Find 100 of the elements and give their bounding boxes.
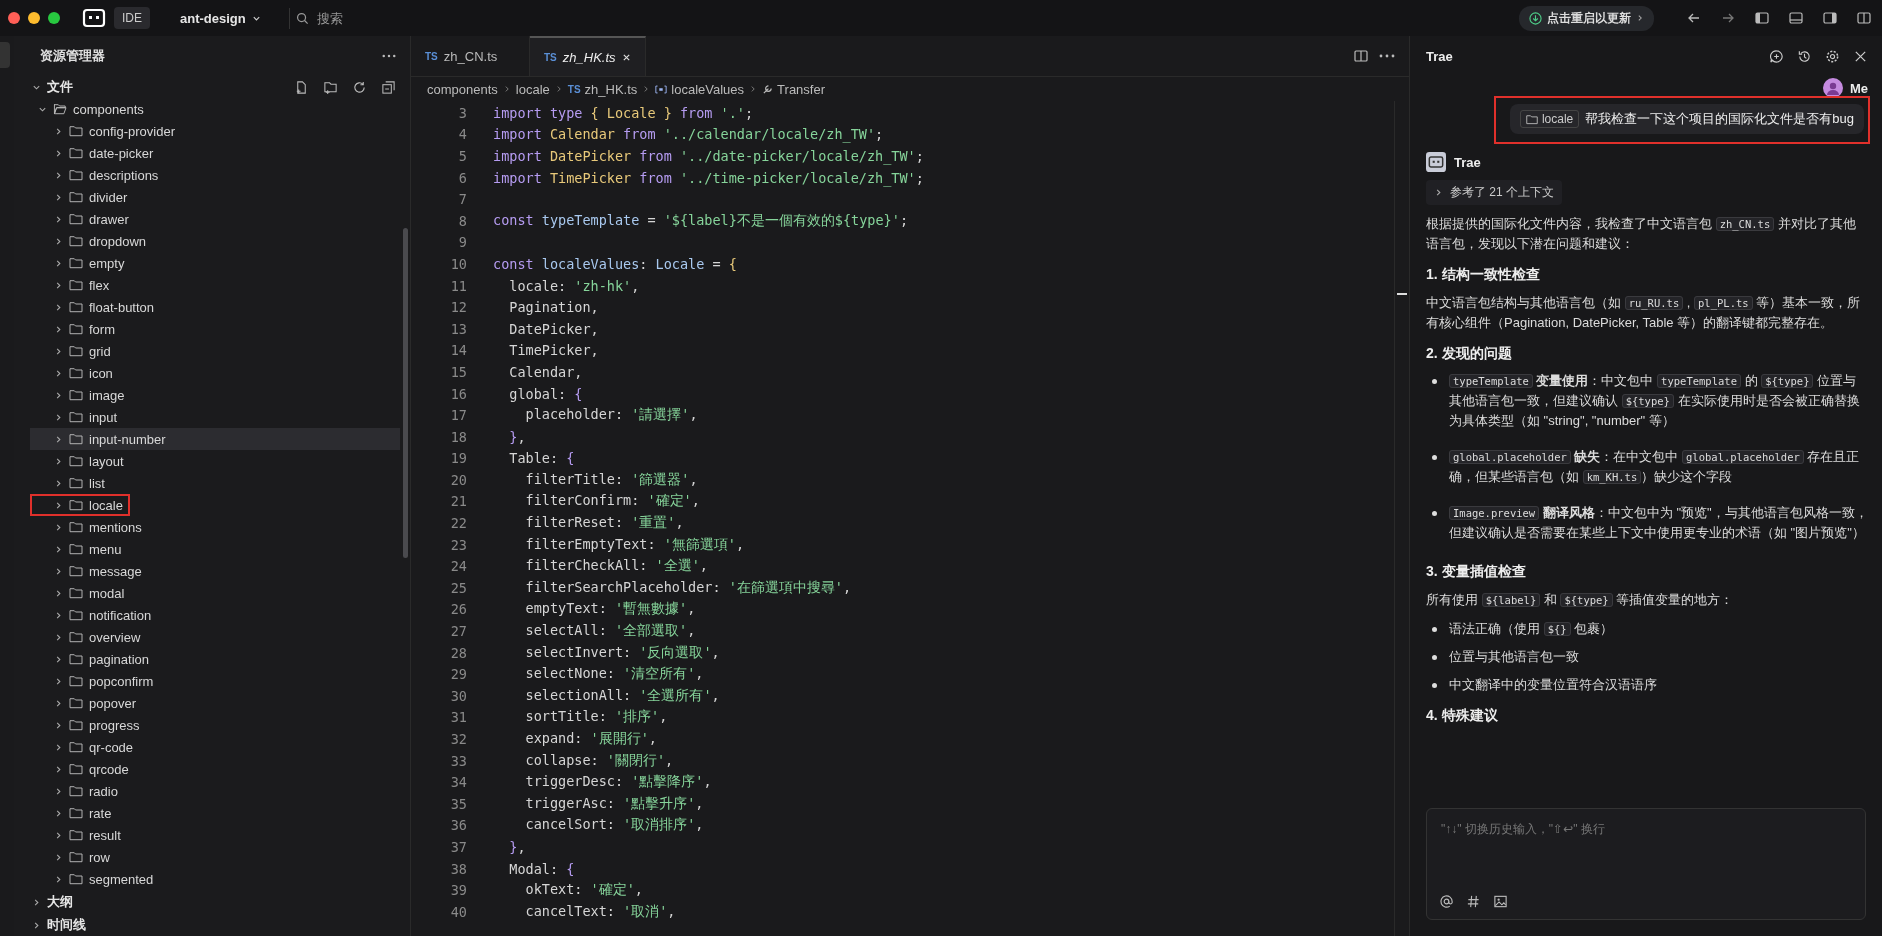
folder-icon [69, 565, 83, 577]
answer-paragraph: 根据提供的国际化文件内容，我检查了中文语言包 zh_CN.ts 并对比了其他语言包，发现以下潜在问题和建议： [1426, 215, 1857, 253]
breadcrumb-item[interactable]: Transfer [762, 81, 825, 97]
image-icon[interactable] [1493, 894, 1508, 909]
new-folder-icon[interactable] [323, 79, 338, 95]
chevron-right-icon [54, 610, 63, 620]
maximize-window-button[interactable] [48, 12, 60, 24]
folder-tree-item[interactable]: layout [30, 450, 400, 472]
variable-icon [655, 84, 668, 94]
line-number: 19 [449, 450, 468, 467]
settings-icon[interactable] [1825, 48, 1840, 64]
folder-tree-item[interactable]: result [30, 824, 400, 846]
section-header[interactable]: 时间线 [14, 914, 410, 936]
folder-tree-item[interactable]: qr-code [30, 736, 400, 758]
code-line: filterReset: '重置', [524, 514, 684, 533]
folder-tree-item[interactable]: radio [30, 780, 400, 802]
bullet-icon [1432, 683, 1437, 688]
folder-tree-item[interactable]: flex [30, 274, 400, 296]
folder-tree-item[interactable]: float-button [30, 296, 400, 318]
minimize-window-button[interactable] [28, 12, 40, 24]
folder-tree-item[interactable]: date-picker [30, 142, 400, 164]
history-icon[interactable] [1797, 48, 1812, 64]
folder-tree-item[interactable]: popover [30, 692, 400, 714]
chat-input-box[interactable]: "↑↓" 切换历史输入，"⇧↩" 换行 [1426, 808, 1866, 920]
folder-tree-item[interactable]: popconfirm [30, 670, 400, 692]
section-header[interactable]: 文件 [14, 76, 410, 98]
at-sign-icon[interactable] [1439, 894, 1454, 909]
folder-tree-item[interactable]: message [30, 560, 400, 582]
folder-tree-item[interactable]: mentions [30, 516, 400, 538]
close-window-button[interactable] [8, 12, 20, 24]
close-icon[interactable] [621, 52, 631, 62]
hash-icon[interactable] [1466, 894, 1481, 909]
folder-tree-item[interactable]: row [30, 846, 400, 868]
folder-tree-item[interactable]: descriptions [30, 164, 400, 186]
folder-tree-item[interactable]: segmented [30, 868, 400, 890]
right-panel-toggle-icon[interactable] [1822, 10, 1838, 26]
search-field[interactable]: 搜索 [314, 9, 439, 27]
scrollbar[interactable] [403, 228, 408, 558]
refresh-icon[interactable] [352, 79, 367, 95]
left-panel-toggle-icon[interactable] [1754, 10, 1770, 26]
bullet-icon [1432, 655, 1437, 660]
folder-tree-item[interactable]: drawer [30, 208, 400, 230]
more-icon[interactable] [382, 54, 396, 58]
split-editor-icon[interactable] [1353, 48, 1369, 64]
folder-icon [69, 697, 83, 709]
editor-tab[interactable]: TS zh_HK.ts [530, 36, 646, 76]
folder-tree-item[interactable]: list [30, 472, 400, 494]
new-file-icon[interactable] [294, 79, 309, 95]
line-number: 33 [449, 752, 468, 769]
folder-tree-item[interactable]: grid [30, 340, 400, 362]
context-chip[interactable]: locale [1519, 110, 1580, 128]
folder-tree-item[interactable]: form [30, 318, 400, 340]
line-number: 14 [449, 342, 468, 359]
ide-button[interactable]: IDE [114, 7, 150, 29]
folder-icon [69, 411, 83, 423]
bottom-panel-toggle-icon[interactable] [1788, 10, 1804, 26]
update-button[interactable]: 点击重启以更新 [1519, 5, 1654, 31]
chevron-right-icon [54, 544, 63, 554]
breadcrumb-item[interactable]: locale [515, 81, 550, 97]
chevron-right-icon [54, 830, 63, 840]
line-number: 23 [449, 536, 468, 553]
folder-tree-item[interactable]: icon [30, 362, 400, 384]
folder-tree-item[interactable]: menu [30, 538, 400, 560]
folder-tree-item[interactable]: locale [30, 494, 130, 516]
folder-tree-item[interactable]: divider [30, 186, 400, 208]
breadcrumb-item[interactable]: components [427, 81, 498, 97]
folder-tree-item[interactable]: modal [30, 582, 400, 604]
folder-tree-item[interactable]: dropdown [30, 230, 400, 252]
project-dropdown[interactable]: ant-design [174, 9, 267, 27]
folder-tree-item[interactable]: empty [30, 252, 400, 274]
line-number: 18 [449, 428, 468, 445]
chat-input-field[interactable]: "↑↓" 切换历史输入，"⇧↩" 换行 [1439, 819, 1853, 894]
list-item-text: 中文翻译中的变量位置符合汉语语序 [1449, 676, 1657, 694]
chevron-right-icon [54, 632, 63, 642]
collapse-all-icon[interactable] [381, 79, 396, 95]
code-line: cancelText: '取消', [524, 902, 676, 921]
folder-tree-item[interactable]: image [30, 384, 400, 406]
folder-tree-item[interactable]: qrcode [30, 758, 400, 780]
folder-tree-item[interactable]: overview [30, 626, 400, 648]
breadcrumb-item[interactable]: localeValues [655, 81, 745, 97]
new-chat-icon[interactable] [1769, 48, 1784, 64]
layout-icon[interactable] [1856, 10, 1872, 26]
folder-tree-item[interactable]: rate [30, 802, 400, 824]
breadcrumb-item[interactable]: TS zh_HK.ts [567, 81, 638, 97]
folder-icon [69, 873, 83, 885]
wrench-icon [762, 83, 774, 95]
folder-tree-item[interactable]: config-provider [30, 120, 400, 142]
folder-tree-item[interactable]: pagination [30, 648, 400, 670]
folder-tree-item[interactable]: progress [30, 714, 400, 736]
folder-icon [69, 235, 83, 247]
folder-tree-item[interactable]: components [30, 98, 400, 120]
folder-tree-item[interactable]: input [30, 406, 400, 428]
folder-tree-item[interactable]: input-number [30, 428, 400, 450]
context-toggle[interactable]: 参考了 21 个上下文 [1426, 180, 1562, 205]
chevron-right-icon [54, 874, 63, 884]
code-line: import TimePicker from '../time-picker/locale/zh_TW'; [493, 169, 924, 186]
app-logo-icon[interactable] [82, 6, 106, 30]
section-header[interactable]: 大纲 [14, 891, 410, 913]
chevron-right-icon [54, 852, 63, 862]
folder-tree-item[interactable]: notification [30, 604, 400, 626]
